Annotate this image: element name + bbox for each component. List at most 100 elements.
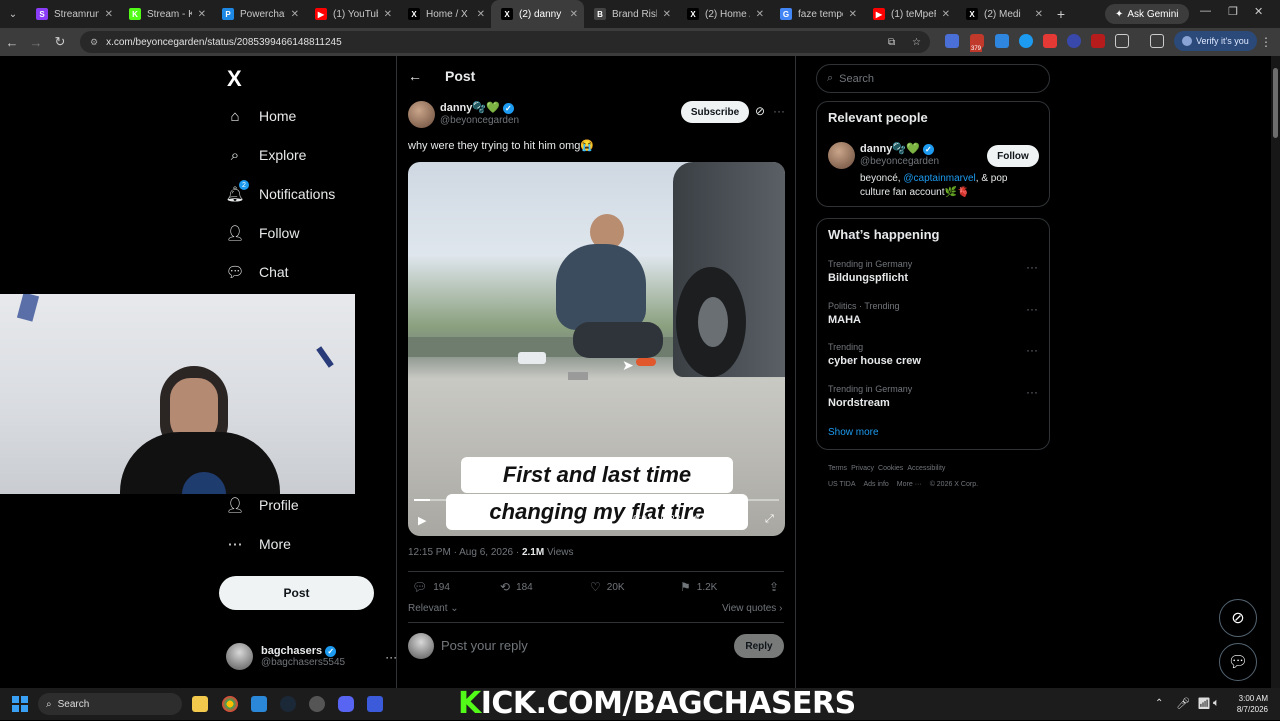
tab-close-icon[interactable]: ✕ [849,9,857,20]
share-icon[interactable]: ⇪ [769,580,779,594]
tab-close-icon[interactable]: ✕ [570,9,578,20]
show-more-link[interactable]: Show more [828,427,879,438]
site-info-icon[interactable]: ⚙ [90,37,98,48]
tab-close-icon[interactable]: ✕ [1035,9,1043,20]
install-app-icon[interactable]: ⧉ [888,37,895,48]
follow-button[interactable]: Follow [987,145,1039,167]
file-explorer-icon[interactable] [192,696,208,712]
grok-icon[interactable]: ⊘ [755,104,765,118]
footer-link[interactable]: Cookies [878,465,903,472]
author-avatar[interactable] [408,101,435,128]
chrome-icon[interactable] [222,696,238,712]
browser-menu-icon[interactable]: ⋮ [1260,35,1272,49]
tab-close-icon[interactable]: ✕ [105,9,113,20]
author-handle[interactable]: @beyoncegarden [440,115,519,126]
youtube-extension-icon[interactable] [1043,34,1057,48]
bookmark-action[interactable]: ⚑ 1.2K [680,580,717,594]
tab-close-icon[interactable]: ✕ [291,9,299,20]
settings-gear-icon[interactable]: ⚙ [716,513,726,526]
tab-close-icon[interactable]: ✕ [384,9,392,20]
extension-icon[interactable] [1067,34,1081,48]
x-logo[interactable]: X [227,66,242,92]
browser-tab[interactable]: Gfaze temper ✕ [770,0,863,28]
wifi-icon[interactable]: 📶︎ [1197,697,1211,710]
back-arrow-icon[interactable]: ← [0,35,24,50]
bookmark-star-icon[interactable]: ☆ [912,37,921,48]
extensions-puzzle-icon[interactable] [1115,34,1129,48]
trend-more-icon[interactable]: ··· [1026,302,1038,316]
person-handle[interactable]: @beyoncegarden [860,156,939,167]
trend-more-icon[interactable]: ··· [1026,260,1038,274]
ask-gemini-button[interactable]: ✦ Ask Gemini [1105,4,1189,24]
minimize-icon[interactable]: — [1200,5,1211,17]
youtube-extension-icon[interactable] [1091,34,1105,48]
sidebar-item-chat[interactable]: 💬︎ Chat [225,262,288,282]
footer-link[interactable]: Ads info [864,481,889,488]
view-quotes-link[interactable]: View quotes › [722,603,782,614]
account-switcher[interactable]: bagchasers ✓ @bagchasers5545 ··· [226,643,397,670]
post-more-icon[interactable]: ··· [773,104,785,118]
browser-tab[interactable]: X Home / X ✕ [398,0,491,28]
search-input[interactable]: ⌕ Search [816,64,1050,93]
discord-icon[interactable] [338,696,354,712]
browser-tab[interactable]: K Stream - Kick ✕ [119,0,212,28]
extension-icon[interactable] [945,34,959,48]
tab-close-icon[interactable]: ✕ [663,9,671,20]
microphone-icon[interactable]: 🎤︎ [1176,697,1190,710]
forward-arrow-icon[interactable]: → [24,35,48,50]
grok-floating-button[interactable]: ⊘ [1219,599,1257,637]
windows-start-icon[interactable] [12,696,28,712]
post-button[interactable]: Post [219,576,374,610]
side-panel-icon[interactable] [1150,34,1164,48]
reload-icon[interactable]: ↻ [48,34,72,50]
tray-chevron-icon[interactable]: ⌃ [1155,698,1163,709]
sidebar-item-explore[interactable]: ⌕ Explore [225,145,307,165]
trend-item[interactable]: Trending in Germany Nordstream [828,384,912,409]
sidebar-item-follow[interactable]: 👤︎ Follow [225,223,299,243]
trend-item[interactable]: Politics · Trending MAHA [828,301,900,326]
footer-link[interactable]: Terms [828,465,847,472]
new-tab-plus-icon[interactable]: + [1049,6,1073,22]
browser-tab[interactable]: S Streamrun G ✕ [26,0,119,28]
app-icon[interactable] [251,696,267,712]
video-progress-track[interactable] [414,499,779,501]
subscribe-button[interactable]: Subscribe [681,101,749,123]
sidebar-item-more[interactable]: ⋯ More [225,534,291,554]
tab-close-icon[interactable]: ✕ [477,9,485,20]
browser-tab[interactable]: B Brand Risk P ✕ [584,0,677,28]
messages-floating-button[interactable]: 💬︎ [1219,643,1257,681]
close-window-icon[interactable]: ✕ [1254,5,1263,18]
author-name-row[interactable]: danny🫧💚 ✓ [440,101,514,114]
tab-close-icon[interactable]: ✕ [198,9,206,20]
browser-tab[interactable]: X (2) danny ✕ [491,0,584,28]
app-icon[interactable] [367,696,383,712]
trend-item[interactable]: Trending in Germany Bildungspflicht [828,259,912,284]
reply-sort-dropdown[interactable]: Relevant ⌄ [408,603,459,614]
tab-search-chevron-icon[interactable]: ⌄ [0,9,26,20]
extension-icon[interactable] [995,34,1009,48]
footer-link[interactable]: © 2026 X Corp. [930,481,978,488]
page-scrollbar[interactable] [1271,56,1280,688]
speaker-icon[interactable]: 🔈︎ [1213,697,1220,710]
sidebar-item-profile[interactable]: 👤︎ Profile [225,495,298,515]
clock[interactable]: 3:00 AM 8/7/2026 [1230,693,1268,715]
steam-icon[interactable] [280,696,296,712]
reply-button[interactable]: Reply [734,634,784,658]
trend-item[interactable]: Trending cyber house crew [828,342,921,367]
repost-action[interactable]: ⟲ 184 [500,580,533,594]
browser-tab[interactable]: ▶ (1) teMpeRR ✕ [863,0,956,28]
sidebar-item-notifications[interactable]: 🔔︎ 2 Notifications [225,180,335,204]
reply-action[interactable]: 💬︎ 194 [412,580,450,594]
person-name-row[interactable]: danny🫧💚 ✓ [860,142,934,155]
sidebar-item-home[interactable]: ⌂ Home [225,106,296,126]
reply-input[interactable]: Post your reply [441,638,528,653]
footer-link[interactable]: US TIDA [828,481,856,488]
obs-icon[interactable] [309,696,325,712]
extension-icon[interactable] [1019,34,1033,48]
trend-more-icon[interactable]: ··· [1026,385,1038,399]
play-icon[interactable]: ▶ [418,514,426,527]
browser-tab[interactable]: X (2) Home / X ✕ [677,0,770,28]
maximize-icon[interactable]: ❐ [1228,5,1238,18]
footer-link[interactable]: More ··· [897,481,922,488]
browser-tab[interactable]: P Powerchat ✕ [212,0,305,28]
